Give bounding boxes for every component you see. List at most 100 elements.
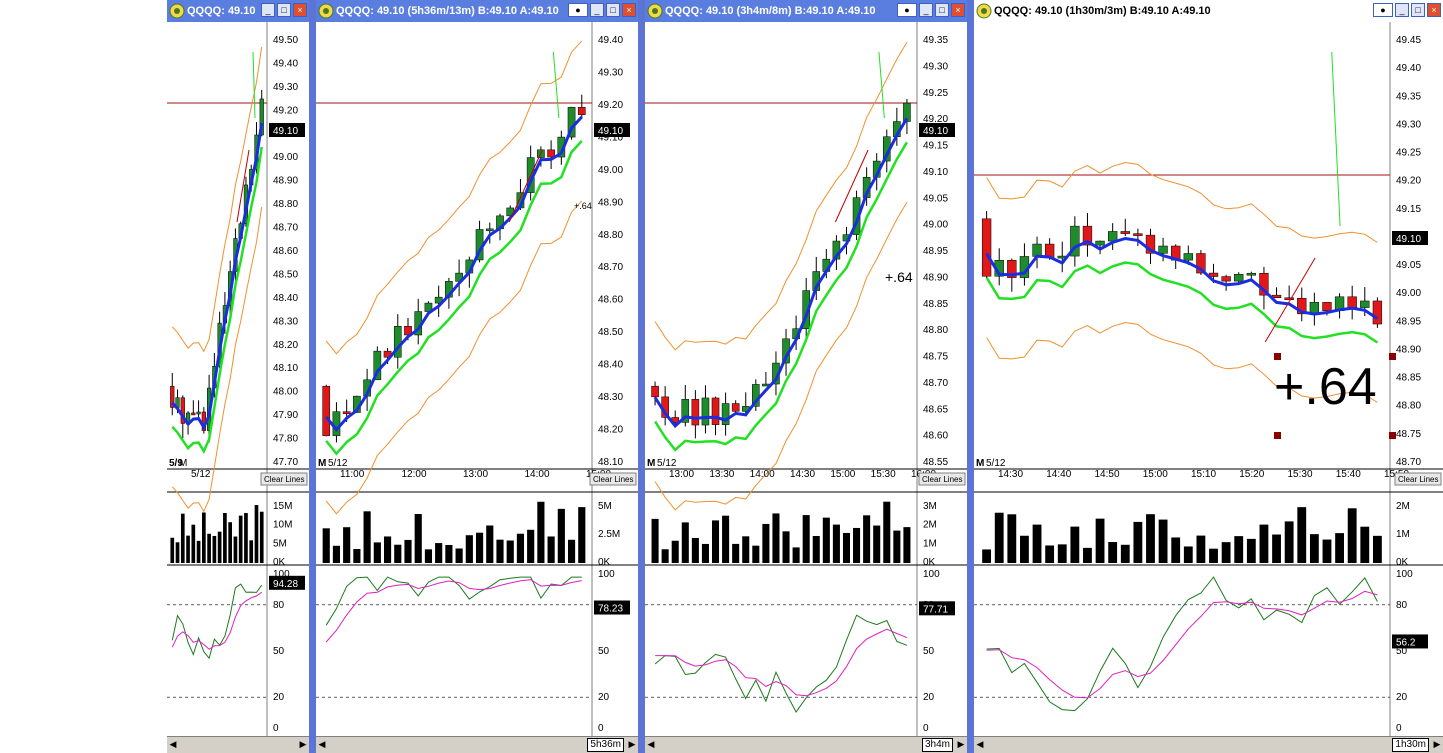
minimize-button[interactable]: _ (1395, 3, 1409, 17)
volume-bar (332, 545, 341, 563)
maximize-button[interactable]: □ (606, 3, 620, 17)
candle-body (1360, 300, 1370, 308)
volume-bar (228, 522, 232, 563)
minimize-button[interactable]: _ (590, 3, 604, 17)
price-tick-label: 49.20 (598, 100, 623, 111)
volume-tick-label: 0K (1396, 557, 1409, 568)
price-tick-label: 48.85 (923, 299, 948, 310)
maximize-button[interactable]: □ (935, 3, 949, 17)
price-tick-label: 48.75 (1396, 429, 1421, 440)
volume-bar (832, 524, 840, 563)
close-button[interactable]: × (951, 3, 965, 17)
price-tick-label: 49.50 (273, 35, 298, 46)
volume-bar (1347, 508, 1357, 563)
volume-bar (671, 540, 679, 563)
scroll-left-icon[interactable]: ◀ (645, 738, 657, 751)
chart-window-3[interactable]: QQQQ: 49.10 (3h4m/8m) B:49.10 A:49.10 ● … (645, 0, 967, 753)
volume-bar (1234, 536, 1244, 563)
candle-body (1284, 297, 1294, 300)
price-tick-label: 49.00 (273, 152, 298, 163)
time-tick-label: 15:00 (830, 469, 855, 480)
time-tick-label: 14:00 (525, 469, 550, 480)
price-tick-label: 49.15 (923, 141, 948, 152)
volume-tick-label: 3M (923, 501, 937, 512)
horizontal-scrollbar[interactable]: ◀ 5h36m ▶ (316, 736, 638, 753)
minimize-button[interactable]: _ (261, 3, 275, 17)
stochastic-tick-label: 20 (1396, 692, 1408, 703)
title-bar[interactable]: QQQQ: 49.10 (3h4m/8m) B:49.10 A:49.10 ● … (645, 0, 967, 22)
price-tick-label: 49.05 (1396, 260, 1421, 271)
candle-body (342, 411, 351, 414)
time-tick-label: 13:00 (669, 469, 694, 480)
price-tick-label: 48.60 (598, 295, 623, 306)
trade-icon[interactable]: ● (568, 3, 588, 17)
window-divider[interactable] (967, 0, 974, 753)
chart-window-1[interactable]: QQQQ: 49.10 _ □ × 49.50 49.40 49.30 49.20 49… (167, 0, 309, 753)
volume-tick-label: 5M (598, 501, 612, 512)
scroll-right-icon[interactable]: ▶ (297, 738, 309, 751)
title-bar[interactable]: QQQQ: 49.10 _ □ × (167, 0, 309, 22)
volume-bar (557, 508, 565, 563)
maximize-button[interactable]: □ (277, 3, 291, 17)
volume-bar (1133, 521, 1143, 563)
candle-body (691, 399, 700, 426)
scroll-left-icon[interactable]: ◀ (974, 738, 986, 751)
scroll-right-icon[interactable]: ▶ (955, 738, 967, 751)
window-divider[interactable] (309, 0, 316, 753)
stochastic-tick-label: 50 (923, 646, 935, 657)
chart-area[interactable]: 49.45 49.40 49.35 49.30 49.25 49.20 49.15 49.10… (974, 22, 1443, 737)
price-tick-label: 48.10 (273, 363, 298, 374)
maximize-button[interactable]: □ (1411, 3, 1425, 17)
chart-window-4[interactable]: QQQQ: 49.10 (1h30m/3m) B:49.10 A:49.10 ●… (974, 0, 1443, 753)
horizontal-scrollbar[interactable]: ◀ 1h30m ▶ (974, 736, 1443, 753)
price-tick-label: 48.75 (923, 352, 948, 363)
selection-handle (1389, 432, 1396, 439)
stochastic-tick-label: 0 (923, 723, 929, 734)
price-tick-label: 48.55 (923, 457, 948, 468)
scroll-left-icon[interactable]: ◀ (167, 738, 179, 751)
chart-area[interactable]: 49.50 49.40 49.30 49.20 49.10 49.00 48.90 48.80… (167, 22, 309, 737)
volume-bar (651, 518, 659, 563)
gain-annotation: +.64 (1274, 358, 1377, 416)
volume-bar (424, 549, 433, 563)
chart-area[interactable]: 49.40 49.30 49.20 49.10 49.00 48.90 48.80 48.70… (316, 22, 638, 737)
stochastic-value-label: 94.28 (273, 579, 298, 590)
volume-bar (249, 540, 254, 563)
trade-icon[interactable]: ● (1373, 3, 1393, 17)
price-tick-label: 47.80 (273, 434, 298, 445)
volume-tick-label: 1M (923, 538, 937, 549)
stochastic-d-line (655, 628, 908, 697)
close-button[interactable]: × (622, 3, 636, 17)
timeframe-label: 5h36m (587, 738, 624, 752)
close-button[interactable]: × (1427, 3, 1441, 17)
volume-bar (175, 542, 180, 563)
volume-bar (883, 501, 891, 563)
price-tick-label: 48.60 (273, 246, 298, 257)
volume-tick-label: 2M (1396, 501, 1410, 512)
stochastic-tick-label: 50 (598, 646, 610, 657)
price-tick-label: 48.95 (1396, 316, 1421, 327)
stochastic-d-line (171, 591, 262, 650)
horizontal-scrollbar[interactable]: ◀ ▶ (167, 736, 309, 753)
price-tick-label: 48.40 (273, 293, 298, 304)
window-divider[interactable] (638, 0, 645, 753)
title-bar[interactable]: QQQQ: 49.10 (1h30m/3m) B:49.10 A:49.10 ●… (974, 0, 1443, 22)
horizontal-scrollbar[interactable]: ◀ 3h4m ▶ (645, 736, 967, 753)
scroll-left-icon[interactable]: ◀ (316, 738, 328, 751)
volume-bar (527, 529, 535, 563)
volume-bar (1108, 542, 1118, 563)
chart-area[interactable]: 49.3549.3049.2549.2049.1549.1049.0549.00… (645, 22, 967, 737)
chart-window-2[interactable]: QQQQ: 49.10 (5h36m/13m) B:49.10 A:49.10 … (316, 0, 638, 753)
title-bar[interactable]: QQQQ: 49.10 (5h36m/13m) B:49.10 A:49.10 … (316, 0, 638, 22)
price-tick-label: 49.20 (273, 105, 298, 116)
time-tick-label: 5/12 (986, 458, 1006, 469)
volume-bar (506, 540, 514, 563)
scroll-right-icon[interactable]: ▶ (1431, 738, 1443, 751)
trade-icon[interactable]: ● (897, 3, 917, 17)
time-tick-label: M (318, 458, 326, 469)
candle-body (322, 385, 331, 436)
close-button[interactable]: × (293, 3, 307, 17)
minimize-button[interactable]: _ (919, 3, 933, 17)
volume-tick-label: 2M (923, 520, 937, 531)
scroll-right-icon[interactable]: ▶ (626, 738, 638, 751)
